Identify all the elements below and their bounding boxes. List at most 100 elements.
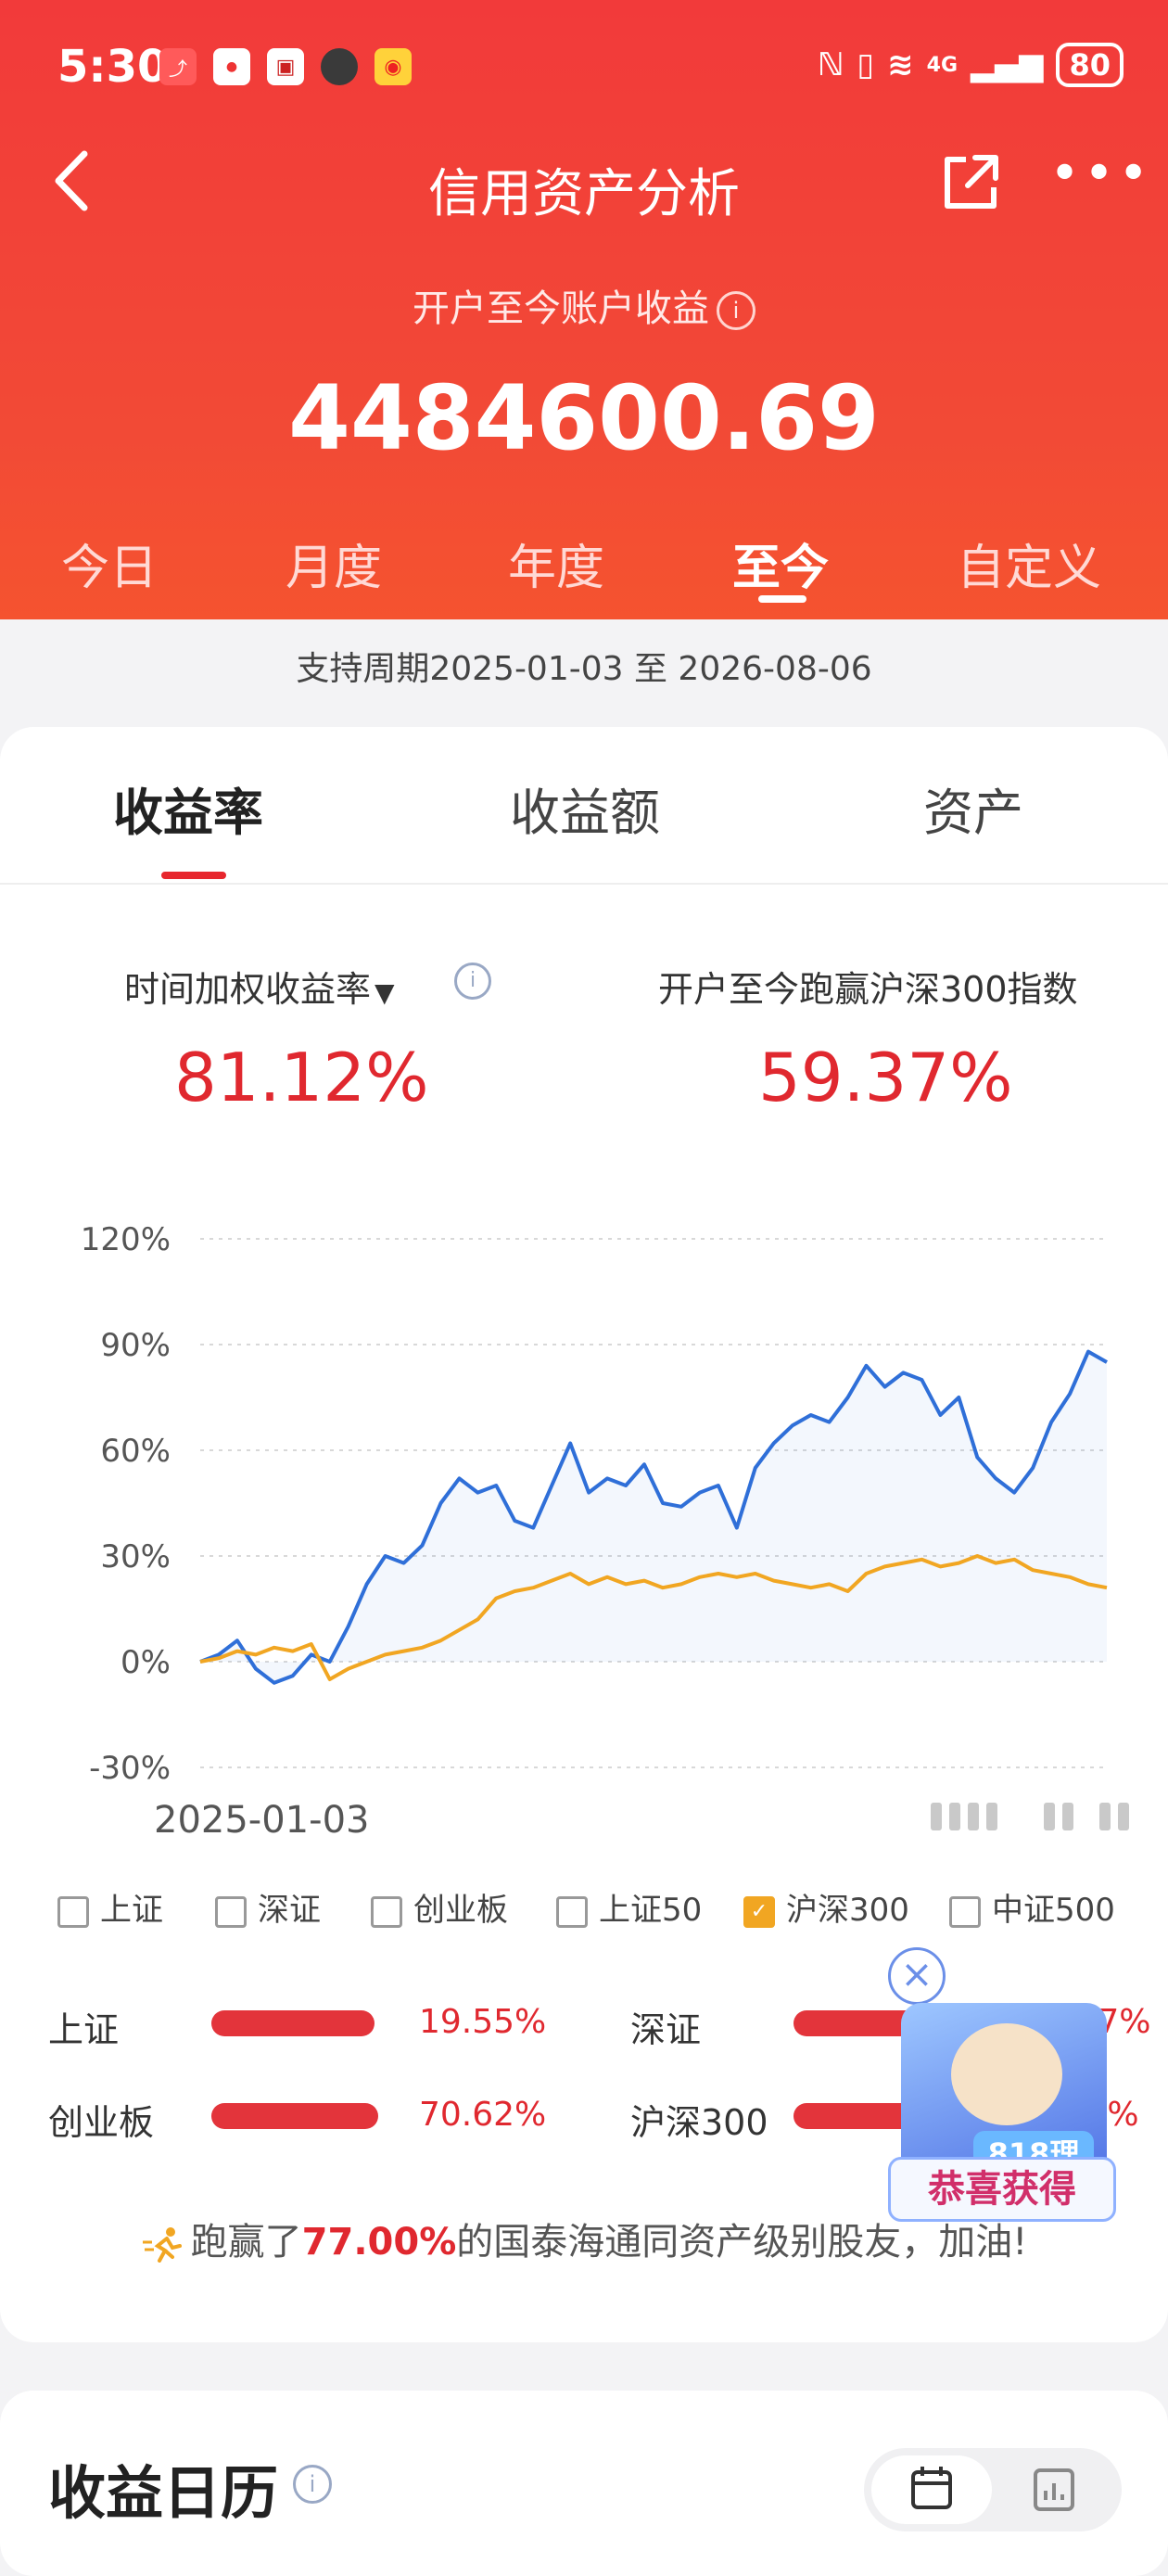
period-month[interactable]: 月度 [286,529,382,598]
y-tick-label: 30% [100,1538,171,1575]
header: 5:30 ⤴ ● ▣ ◉ ℕ ▯ ≋ 4G ▂▄▆ 80 信用资产分析 ••• … [0,0,1168,619]
xiaohongshu-icon: ● [213,48,250,85]
info-icon[interactable]: i [293,2465,332,2504]
avatar-icon [321,48,358,85]
date-range: 支持周期2025-01-03 至 2026-08-06 [296,650,872,688]
tab-return-rate[interactable]: 收益率 [113,772,263,845]
y-tick-label: 120% [81,1221,171,1258]
calendar-view-button[interactable] [871,2455,992,2524]
period-active-indicator [758,595,806,603]
stock-app-icon: ⤴ [159,48,197,85]
more-icon: ••• [1049,144,1153,204]
close-icon[interactable]: × [888,1947,946,2005]
beat-percentage: 77.00% [301,2221,457,2264]
info-icon[interactable]: i [717,291,755,330]
wifi-icon: ≋ [887,46,914,83]
nav-bar: 信用资产分析 ••• [0,130,1168,241]
beat-peers-text: 跑赢了77.00%的国泰海通同资产级别股友，加油! [0,2212,1168,2265]
index-option-chinext[interactable]: 创业板 [371,1884,508,1930]
beat-prefix: 跑赢了 [190,2221,302,2264]
tab-return-amount[interactable]: 收益额 [510,772,660,845]
calendar-title: 收益日历 [48,2459,279,2527]
tab-assets[interactable]: 资产 [923,772,1023,845]
scrubber-mark [1062,1803,1073,1830]
calendar-card: 收益日历 i [0,2391,1168,2576]
scrubber-mark [931,1803,942,1830]
scrubber-mark [949,1803,960,1830]
scrubber-mark [968,1803,979,1830]
status-right: ℕ ▯ ≋ 4G ▂▄▆ 80 [818,43,1124,87]
info-icon[interactable]: i [454,963,491,1000]
index-label: 沪深300 [786,1892,909,1929]
checkbox [215,1895,247,1928]
chart-view-button[interactable] [994,2455,1114,2524]
index-option-csi300[interactable]: ✓ 沪深300 [743,1884,909,1930]
index-option-sse50[interactable]: 上证50 [556,1884,702,1930]
period-custom[interactable]: 自定义 [957,529,1101,598]
nfc-icon: ℕ [817,46,844,83]
index-option-csi500[interactable]: 中证500 [949,1884,1115,1930]
summary-label-row: 开户至今账户收益 i [0,278,1168,332]
index-label: 上证 [100,1892,163,1929]
y-tick-label: 60% [100,1433,171,1470]
weighted-return-dropdown[interactable]: 时间加权收益率 ▼ [124,961,395,1012]
share-icon [945,155,998,209]
mascot-icon [951,2023,1062,2125]
summary-label: 开户至今账户收益 [413,287,709,330]
index-option-shenzhen[interactable]: 深证 [215,1884,321,1930]
beat-index-label: 开户至今跑赢沪深300指数 [658,969,1078,1010]
tab-active-indicator [161,872,226,879]
y-tick-label: 90% [100,1327,171,1364]
more-button[interactable]: ••• [1049,148,1149,215]
return-chart: 120% 90% 60% 30% 0% -30% 2025-01-03 [81,1221,1129,1842]
x-start-label: 2025-01-03 [154,1799,369,1842]
calendar-view-toggle [864,2448,1122,2531]
checkbox-checked-icon: ✓ [743,1895,775,1928]
index-selector: 上证 深证 创业板 上证50 ✓ 沪深300 中证500 [57,1884,1124,1931]
beat-suffix: 的国泰海通同资产级别股友，加油! [456,2221,1028,2264]
weibo-icon: ◉ [375,48,412,85]
bar-chart-icon [1034,2468,1074,2511]
vibrate-icon: ▯ [857,46,875,83]
checkbox [57,1895,89,1928]
weighted-return-value: 81.12% [174,1039,429,1116]
index-label: 上证50 [599,1892,703,1929]
period-to-date[interactable]: 至今 [732,529,829,598]
period-today[interactable]: 今日 [61,529,158,598]
y-tick-label: 0% [121,1644,171,1681]
checkbox [949,1895,981,1928]
status-bar: 5:30 ⤴ ● ▣ ◉ ℕ ▯ ≋ 4G ▂▄▆ 80 [0,0,1168,130]
bar-shanghai [211,2010,375,2036]
period-year[interactable]: 年度 [508,529,604,598]
index-label: 深证 [258,1892,321,1929]
checkbox [556,1895,588,1928]
share-button[interactable] [938,150,1003,215]
bar-label-shanghai: 上证 [48,2009,120,2050]
scrubber-mark [1044,1803,1055,1830]
bar-chinext [211,2103,378,2129]
scrubber-mark [986,1803,997,1830]
calendar-icon [911,2467,952,2509]
total-profit-value: 4484600.69 [288,366,880,470]
index-label: 中证500 [992,1892,1115,1929]
network-label: 4G [926,53,959,77]
index-option-shanghai[interactable]: 上证 [57,1884,163,1930]
scrubber-mark [1118,1803,1129,1830]
metric-tabs: 收益率 收益额 资产 [0,727,1168,885]
beat-index-value: 59.37% [758,1039,1013,1116]
checkbox [371,1895,402,1928]
scrubber-mark [1099,1803,1111,1830]
promo-floating-widget[interactable]: × 818理财节 恭喜获得 [888,1947,1120,2225]
index-label: 创业板 [413,1892,508,1929]
bar-label-csi300: 沪深300 [630,2102,768,2143]
bar-value-chinext: 70.62% [419,2096,547,2134]
battery-indicator: 80 [1056,43,1124,87]
bar-value-shanghai: 19.55% [419,2003,547,2041]
bar-label-shenzhen: 深证 [630,2009,702,2050]
period-tabs: 今日 月度 年度 至今 自定义 [0,519,1168,612]
weighted-return-label: 时间加权收益率 [124,969,372,1010]
series-area [200,1351,1107,1683]
y-tick-label: -30% [89,1750,171,1787]
status-time: 5:30 [57,41,169,93]
bar-label-chinext: 创业板 [48,2102,155,2143]
